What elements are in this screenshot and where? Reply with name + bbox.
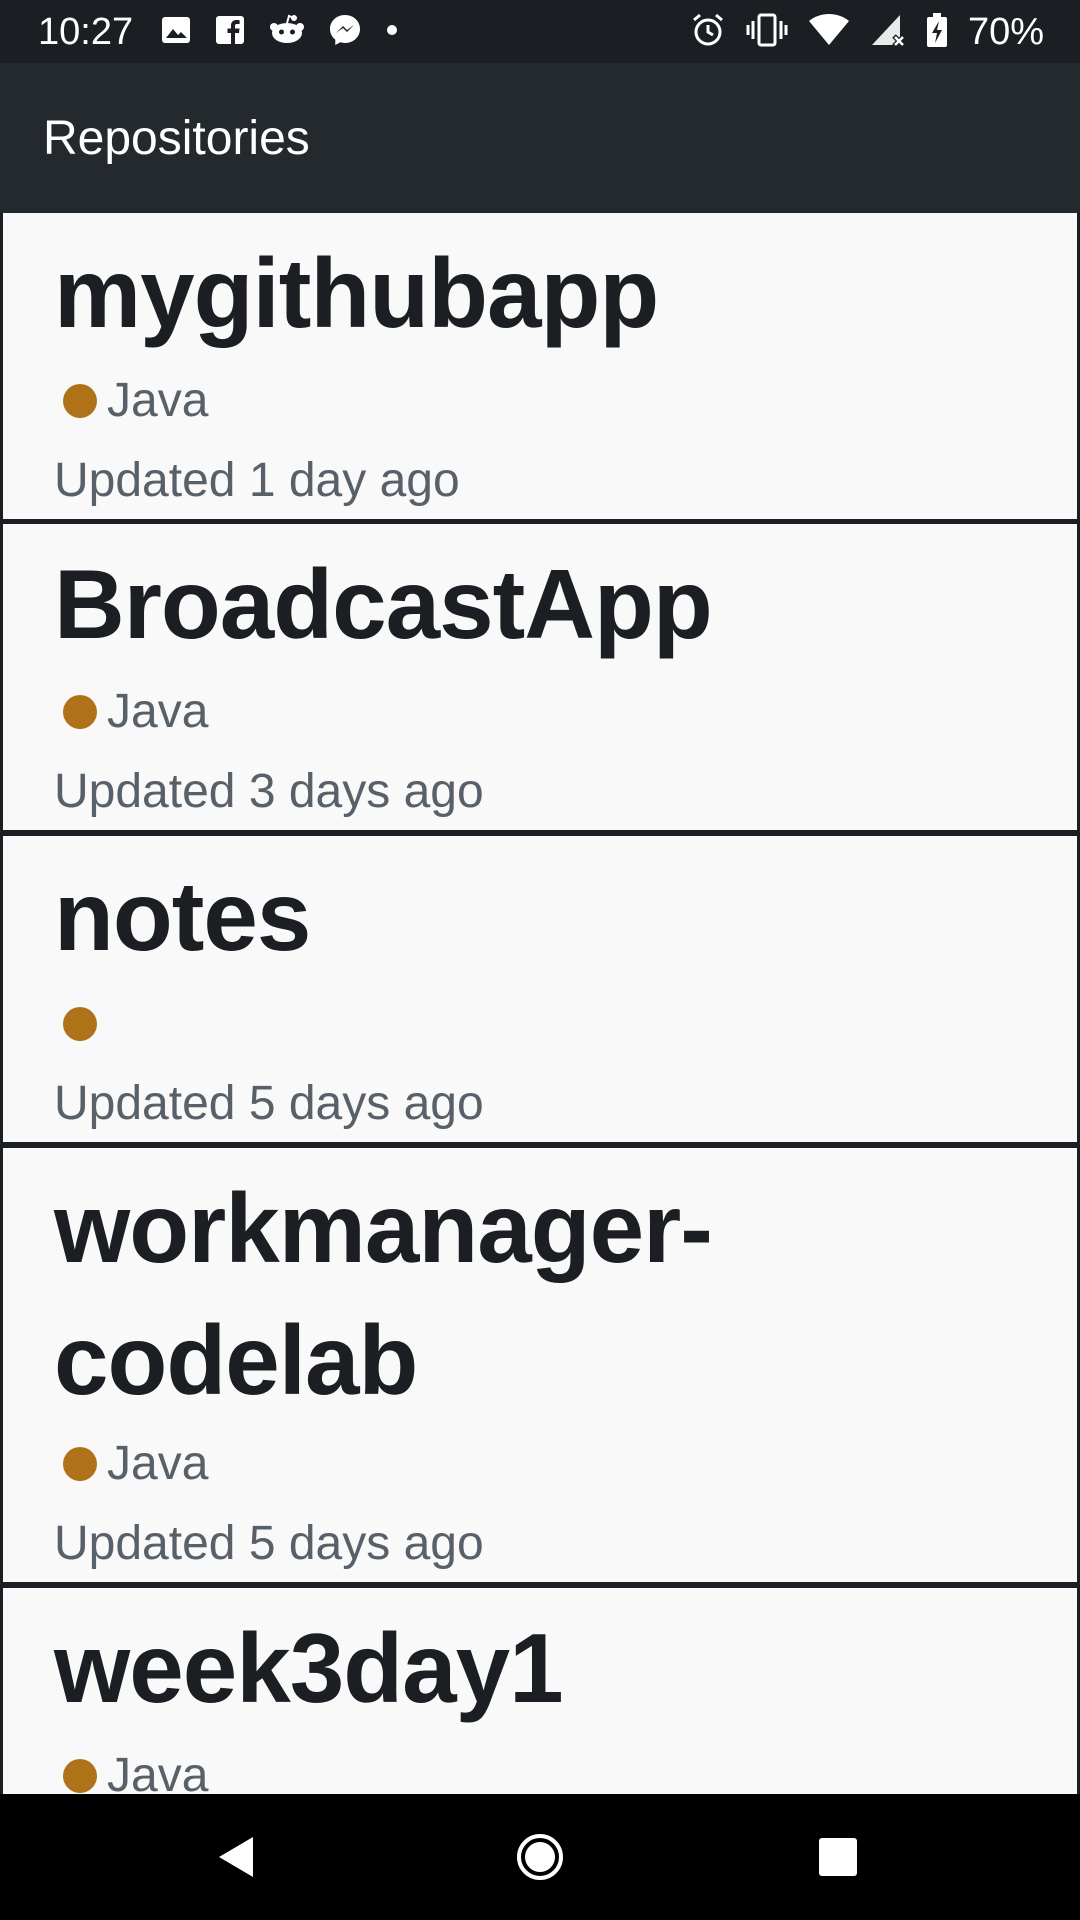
repo-card-notes[interactable]: notes Updated 5 days ago bbox=[3, 836, 1077, 1142]
repo-name: BroadcastApp bbox=[54, 549, 713, 659]
wifi-icon bbox=[808, 12, 850, 53]
language-color-dot bbox=[63, 695, 97, 729]
alarm-icon bbox=[690, 12, 726, 53]
language-color-dot bbox=[63, 1447, 97, 1481]
recents-icon[interactable] bbox=[803, 1822, 873, 1892]
app-bar: Repositories bbox=[0, 63, 1080, 213]
repo-updated: Updated 5 days ago bbox=[54, 1077, 484, 1130]
system-status: 70% bbox=[690, 10, 1044, 54]
repo-card-mygithubapp[interactable]: mygithubapp Java Updated 1 day ago bbox=[3, 213, 1077, 519]
status-bar: 10:27 70% bbox=[0, 0, 1080, 63]
page-title: Repositories bbox=[43, 112, 310, 165]
reddit-icon bbox=[268, 14, 306, 51]
language-color-dot bbox=[63, 1007, 97, 1041]
repo-updated: Updated 1 day ago bbox=[54, 454, 460, 507]
dot-icon bbox=[384, 14, 400, 51]
language-label: Java bbox=[107, 1749, 209, 1794]
repo-updated: Updated 3 days ago bbox=[54, 765, 484, 818]
repository-list[interactable]: mygithubapp Java Updated 1 day ago Broad… bbox=[0, 213, 1080, 1794]
status-time: 10:27 bbox=[38, 11, 134, 53]
system-nav-bar bbox=[0, 1794, 1080, 1920]
image-icon bbox=[160, 14, 192, 51]
repo-language: Java bbox=[63, 373, 208, 429]
back-icon[interactable] bbox=[203, 1822, 273, 1892]
repo-name: mygithubapp bbox=[54, 238, 659, 348]
repo-name: workmanager- codelab bbox=[54, 1173, 713, 1415]
signal-icon bbox=[870, 12, 906, 53]
facebook-icon bbox=[214, 14, 246, 51]
home-icon[interactable] bbox=[505, 1822, 575, 1892]
language-color-dot bbox=[63, 384, 97, 418]
repo-language: Java bbox=[63, 1748, 208, 1794]
messenger-icon bbox=[328, 13, 362, 52]
language-label: Java bbox=[107, 374, 209, 427]
repo-language: Java bbox=[63, 684, 208, 740]
repo-updated: Updated 5 days ago bbox=[54, 1517, 484, 1570]
repo-language: Java bbox=[63, 1436, 208, 1492]
notification-icons bbox=[160, 12, 400, 52]
repo-name: week3day1 bbox=[54, 1613, 564, 1723]
repo-language bbox=[63, 996, 107, 1052]
language-color-dot bbox=[63, 1759, 97, 1793]
vibrate-icon bbox=[746, 12, 788, 53]
language-label: Java bbox=[107, 685, 209, 738]
language-label: Java bbox=[107, 1437, 209, 1490]
repo-name: notes bbox=[54, 861, 311, 971]
battery-percent: 70% bbox=[967, 11, 1044, 53]
repo-card-week3day1[interactable]: week3day1 Java bbox=[3, 1588, 1077, 1794]
battery-icon bbox=[926, 12, 948, 53]
repo-card-broadcastapp[interactable]: BroadcastApp Java Updated 3 days ago bbox=[3, 524, 1077, 830]
repo-card-workmanager-codelab[interactable]: workmanager- codelab Java Updated 5 days… bbox=[3, 1148, 1077, 1582]
